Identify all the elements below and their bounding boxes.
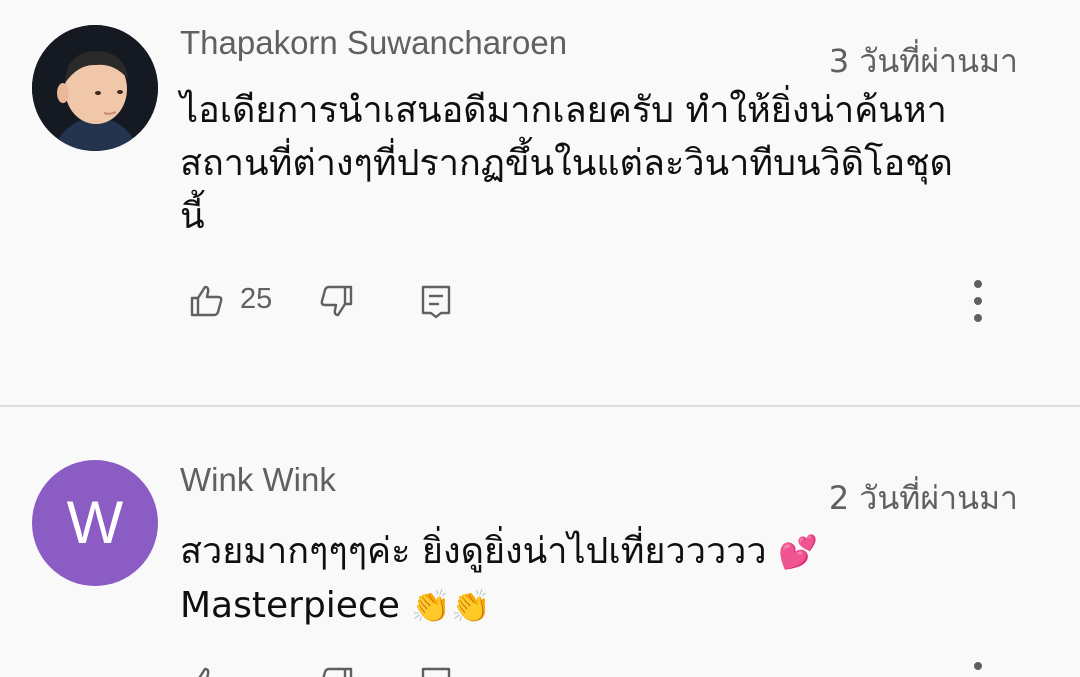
comment-text-line: สวยมากๆๆๆค่ะ ยิ่งดูยิ่งน่าไปเที่ยววววว 💕 — [180, 525, 1030, 579]
like-count: 25 — [240, 283, 273, 315]
comment-actions: 25 — [0, 275, 1080, 325]
thumbs-down-icon — [320, 285, 353, 317]
comment-text: สวยมากๆๆๆค่ะ ยิ่งดูยิ่งน่าไปเที่ยววววว 💕… — [180, 525, 1030, 633]
comment-text-line: นี้ — [180, 196, 205, 237]
avatar-letter: W — [66, 489, 124, 556]
thumbs-down-icon — [322, 667, 353, 677]
comment-text-line: สถานที่ต่างๆที่ปรากฏขึ้นในแต่ละวินาทีบนว… — [180, 143, 953, 184]
comment-timestamp: 3 วันที่ผ่านมา — [828, 42, 1018, 80]
comment-text-segment: Masterpiece — [180, 585, 400, 626]
hearts-emoji: 💕 — [778, 533, 818, 571]
comment-text-line: Masterpiece 👏👏 — [180, 579, 1030, 633]
child-photo-icon — [32, 25, 158, 151]
reply-comment-icon — [421, 285, 451, 319]
more-options-button[interactable] — [958, 277, 998, 325]
avatar[interactable]: W — [32, 460, 158, 586]
comments-page: Thapakorn Suwancharoen 3 วันที่ผ่านมา ไอ… — [0, 0, 1080, 677]
clapping-hands-emoji: 👏👏 — [411, 587, 492, 625]
avatar[interactable] — [32, 25, 158, 151]
dislike-button[interactable] — [316, 663, 356, 677]
like-button[interactable] — [187, 281, 227, 321]
comment-text-segment: สวยมากๆๆๆค่ะ ยิ่งดูยิ่งน่าไปเที่ยววววว — [180, 531, 767, 572]
more-vertical-icon — [974, 662, 982, 670]
comment-text-line: ไอเดียการนำเสนอดีมากเลยครับ ทำให้ยิ่งน่า… — [180, 90, 947, 131]
thumbs-up-icon — [190, 285, 223, 317]
dislike-button[interactable] — [316, 281, 356, 321]
comment-item: W Wink Wink 2 วันที่ผ่านมา สวยมากๆๆๆค่ะ … — [0, 407, 1080, 677]
more-vertical-icon — [974, 280, 982, 322]
like-button[interactable] — [187, 663, 227, 677]
thumbs-up-icon — [198, 667, 210, 677]
comment-text: ไอเดียการนำเสนอดีมากเลยครับ ทำให้ยิ่งน่า… — [180, 84, 1030, 243]
reply-button[interactable] — [416, 663, 456, 677]
comment-timestamp: 2 วันที่ผ่านมา — [828, 479, 1018, 517]
comment-actions — [0, 657, 1080, 677]
more-options-button[interactable] — [958, 659, 998, 677]
comment-author[interactable]: Wink Wink — [180, 461, 336, 499]
reply-comment-icon — [421, 667, 451, 677]
comment-item: Thapakorn Suwancharoen 3 วันที่ผ่านมา ไอ… — [0, 0, 1080, 405]
reply-button[interactable] — [416, 281, 456, 321]
comment-author[interactable]: Thapakorn Suwancharoen — [180, 24, 567, 62]
